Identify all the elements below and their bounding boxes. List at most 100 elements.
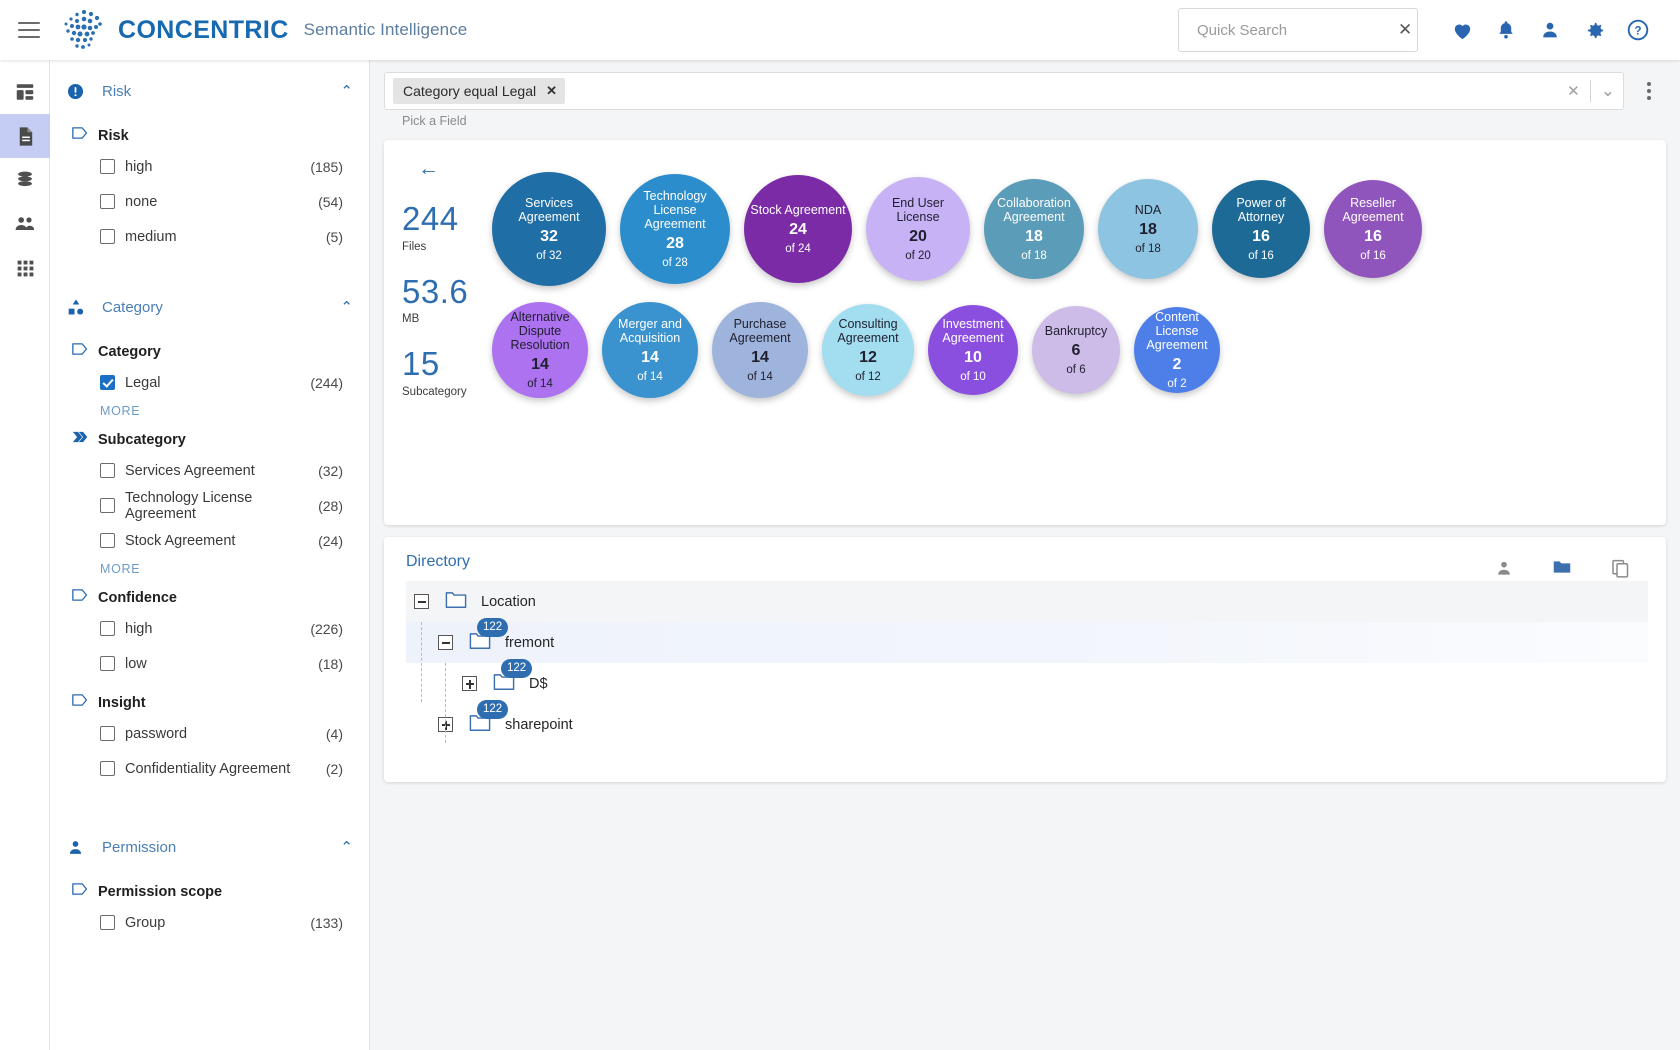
facet-option-row[interactable]: Legal (244) (66, 365, 353, 400)
bubble-collaboration-agreement[interactable]: Collaboration Agreement18of 18 (984, 179, 1084, 279)
bubble-consulting-agreement[interactable]: Consulting Agreement12of 12 (822, 304, 914, 396)
bubble-stock-agreement[interactable]: Stock Agreement24of 24 (744, 175, 852, 283)
checkbox[interactable] (100, 656, 115, 671)
help-icon[interactable]: ? (1616, 8, 1660, 52)
search-clear-icon[interactable]: ✕ (1398, 20, 1412, 40)
bubble-services-agreement[interactable]: Services Agreement32of 32 (492, 172, 606, 286)
filter-chip[interactable]: Category equal Legal ✕ (393, 78, 565, 104)
bubble-purchase-agreement[interactable]: Purchase Agreement14of 14 (712, 302, 808, 398)
tree-node[interactable]: Location (406, 581, 1648, 622)
chevron-up-icon[interactable]: ⌃ (340, 82, 353, 100)
chevron-up-icon[interactable]: ⌃ (340, 298, 353, 316)
bubble-total: of 28 (662, 257, 688, 269)
bubble-value: 16 (1364, 228, 1382, 246)
database-icon (14, 169, 36, 191)
directory-tree: Location122fremont122D$122sharepoint (406, 581, 1648, 745)
facet-option-count: (2) (326, 761, 353, 777)
person-icon[interactable] (1528, 8, 1572, 52)
checkbox[interactable] (100, 621, 115, 636)
expand-icon[interactable] (462, 676, 477, 691)
facet-option-row[interactable]: Services Agreement (32) (66, 453, 353, 488)
chevron-up-icon[interactable]: ⌃ (340, 838, 353, 856)
filter-group-risk[interactable]: Risk ⌃ (66, 60, 353, 114)
tree-node[interactable]: 122D$ (406, 663, 1648, 704)
tree-node[interactable]: 122fremont (406, 622, 1648, 663)
chevron-down-icon[interactable]: ⌄ (1601, 86, 1615, 96)
facet-option-row[interactable]: Group (133) (66, 905, 353, 940)
facet-option-row[interactable]: medium (5) (66, 219, 353, 254)
bubble-nda[interactable]: NDA18of 18 (1098, 179, 1198, 279)
bubble-merger-and-acquisition[interactable]: Merger and Acquisition14of 14 (602, 302, 698, 398)
bubble-value: 24 (789, 221, 807, 239)
checkbox[interactable] (100, 726, 115, 741)
facet-option-row[interactable]: Technology License Agreement (28) (66, 488, 353, 523)
rail-item-apps[interactable] (0, 246, 50, 290)
collapse-icon[interactable] (414, 594, 429, 609)
clear-filters-icon[interactable]: ✕ (1567, 82, 1580, 100)
kebab-menu-icon[interactable] (1632, 72, 1666, 110)
tree-node[interactable]: 122sharepoint (406, 704, 1648, 745)
facet-option-row[interactable]: Confidentiality Agreement (2) (66, 751, 353, 786)
stat-label: MB (402, 313, 490, 325)
filter-group-category[interactable]: Category ⌃ (66, 276, 353, 330)
gear-icon[interactable] (1572, 8, 1616, 52)
rail-item-dashboard[interactable] (0, 70, 50, 114)
bubble-technology-license-agreement[interactable]: Technology License Agreement28of 28 (620, 174, 730, 284)
close-icon[interactable]: ✕ (546, 83, 557, 99)
facet-option-count: (28) (318, 498, 353, 514)
bubble-alternative-dispute-resolution[interactable]: Alternative Dispute Resolution14of 14 (492, 302, 588, 398)
facet-option-row[interactable]: password (4) (66, 716, 353, 751)
filter-group-title: Category (102, 299, 340, 316)
category-more-link[interactable]: MORE (66, 404, 353, 418)
search-input[interactable] (1189, 21, 1398, 40)
filter-group-permission[interactable]: Permission ⌃ (66, 816, 353, 870)
bell-icon[interactable] (1484, 8, 1528, 52)
brand-tagline: Semantic Intelligence (304, 20, 468, 40)
filter-chip-label: Category equal Legal (403, 83, 536, 99)
collapse-icon[interactable] (438, 635, 453, 650)
facet-option-row[interactable]: none (54) (66, 184, 353, 219)
checkbox[interactable] (100, 375, 115, 390)
bubble-power-of-attorney[interactable]: Power of Attorney16of 16 (1212, 180, 1310, 278)
bubble-end-user-license[interactable]: End User License20of 20 (866, 177, 970, 281)
filter-hint: Pick a Field (384, 110, 1624, 128)
bubble-bankruptcy[interactable]: Bankruptcy6of 6 (1032, 306, 1120, 394)
people-icon (13, 212, 37, 236)
bubble-reseller-agreement[interactable]: Reseller Agreement16of 16 (1324, 180, 1422, 278)
directory-card: Directory Location122fremont122D$122shar… (384, 537, 1666, 782)
divider (1590, 80, 1591, 102)
facet-risk: Risk (72, 126, 353, 145)
rail-item-data[interactable] (0, 158, 50, 202)
checkbox[interactable] (100, 533, 115, 548)
checkbox[interactable] (100, 229, 115, 244)
facet-confidence: Confidence (72, 588, 353, 607)
heart-icon[interactable] (1440, 8, 1484, 52)
owner-view-button[interactable] (1486, 551, 1522, 585)
bubble-chart: Services Agreement32of 32Technology Lice… (492, 172, 1660, 398)
facet-title-label: Risk (98, 128, 129, 144)
bubble-investment-agreement[interactable]: Investment Agreement10of 10 (928, 305, 1018, 395)
apps-grid-icon (15, 258, 36, 279)
checkbox[interactable] (100, 498, 115, 513)
facet-option-label: Stock Agreement (125, 533, 235, 549)
checkbox[interactable] (100, 463, 115, 478)
facet-option-row[interactable]: high (226) (66, 611, 353, 646)
filter-sidebar: Risk ⌃ Risk high (185) none (54) medium … (50, 60, 370, 1050)
subcategory-more-link[interactable]: MORE (66, 562, 353, 576)
folder-view-button[interactable] (1544, 551, 1580, 585)
checkbox[interactable] (100, 159, 115, 174)
checkbox[interactable] (100, 194, 115, 209)
checkbox[interactable] (100, 761, 115, 776)
bubble-content-license-agreement[interactable]: Content License Agreement2of 2 (1134, 307, 1220, 393)
facet-option-row[interactable]: high (185) (66, 149, 353, 184)
facet-option-row[interactable]: Stock Agreement (24) (66, 523, 353, 558)
facet-option-label: Services Agreement (125, 463, 255, 479)
hamburger-icon[interactable] (18, 22, 40, 38)
files-view-button[interactable] (1602, 551, 1638, 585)
checkbox[interactable] (100, 915, 115, 930)
filter-field[interactable]: Category equal Legal ✕ ✕ ⌄ (384, 72, 1624, 110)
facet-option-row[interactable]: low (18) (66, 646, 353, 681)
rail-item-documents[interactable] (0, 114, 50, 158)
rail-item-users[interactable] (0, 202, 50, 246)
quick-search[interactable]: ✕ (1178, 8, 1418, 52)
